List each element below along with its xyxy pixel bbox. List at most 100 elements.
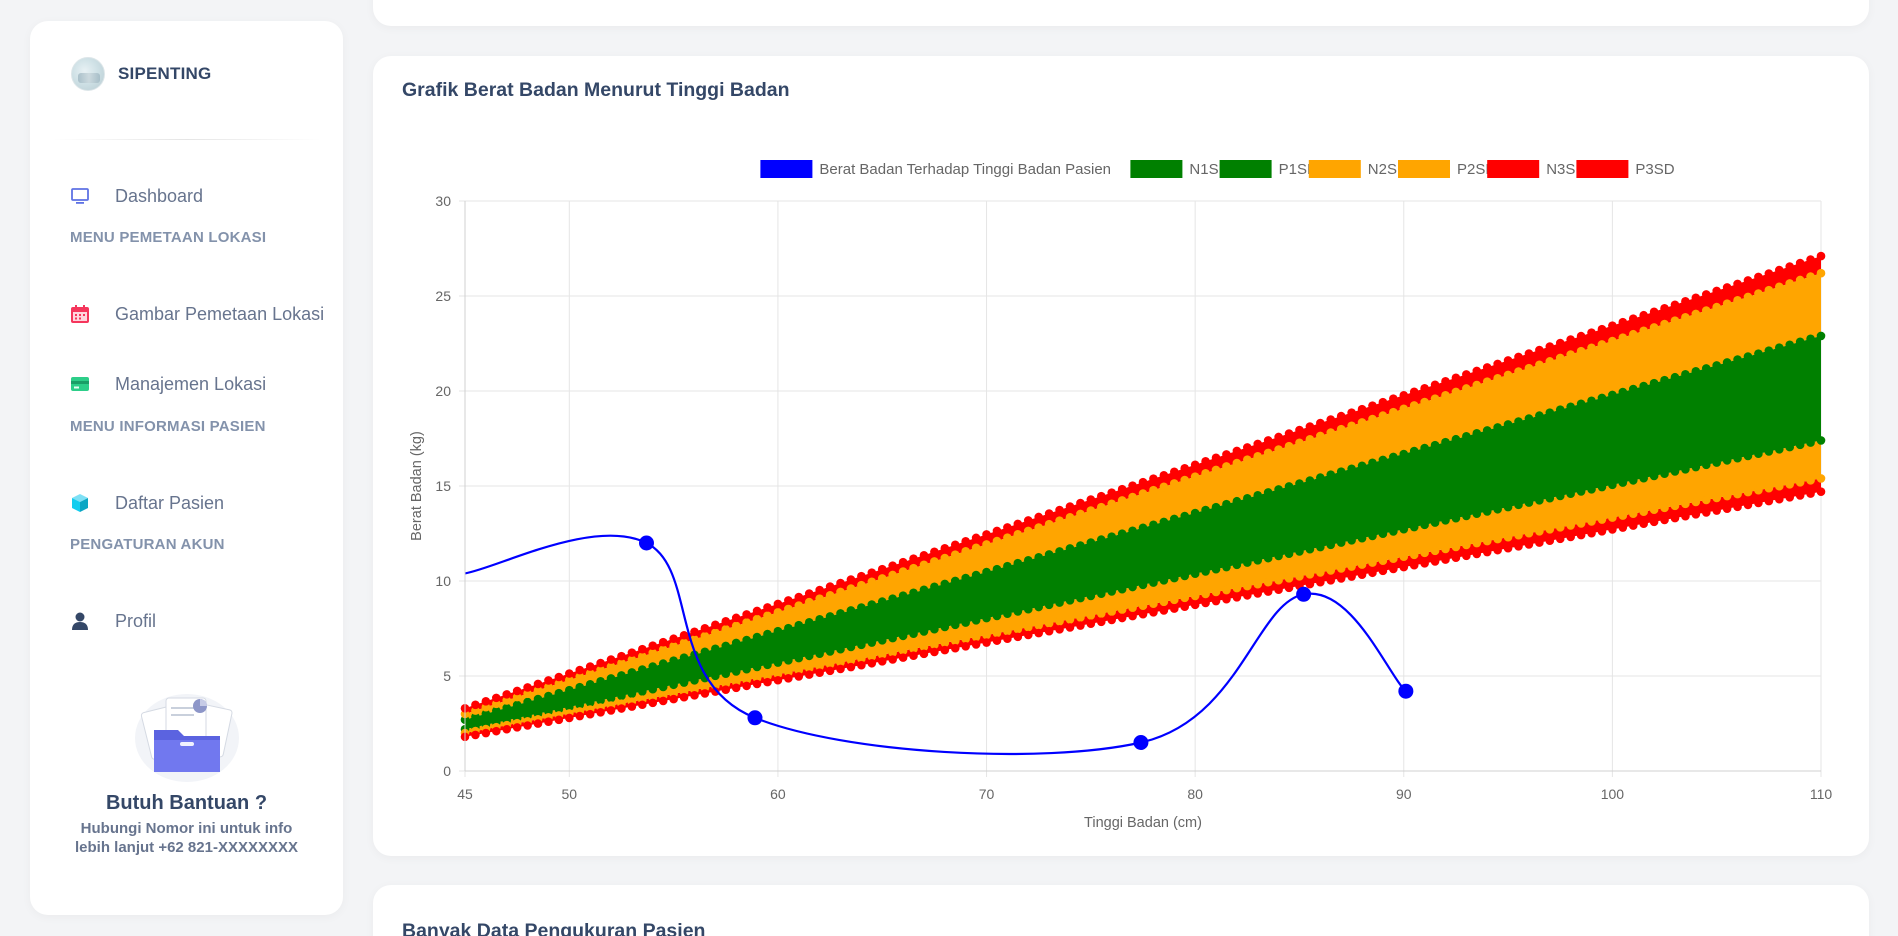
point-p3sd	[1399, 390, 1409, 400]
point-p3sd	[491, 693, 501, 703]
point-p1sd	[1149, 520, 1158, 530]
point-n3sd	[502, 724, 512, 734]
point-n2sd	[1566, 521, 1575, 530]
point-n1sd	[1201, 567, 1210, 576]
legend-swatch	[1576, 160, 1629, 178]
point-n1sd	[950, 620, 960, 630]
point-n3sd	[1222, 594, 1231, 604]
point-n1sd	[1232, 560, 1242, 570]
point-n3sd	[1514, 542, 1523, 551]
point-n2sd	[1253, 579, 1263, 589]
point-n2sd	[1336, 564, 1346, 573]
point-p3sd	[1211, 453, 1221, 463]
point-p3sd	[857, 571, 866, 581]
point-p2sd	[1555, 353, 1565, 363]
point-n1sd	[1660, 469, 1669, 479]
point-n3sd	[731, 683, 741, 693]
point-p1sd	[742, 635, 751, 645]
point-p2sd	[1065, 513, 1075, 522]
point-p2sd	[1316, 431, 1325, 441]
point-p1sd	[1368, 458, 1377, 468]
legend-item: N3SD	[1487, 160, 1586, 178]
point-n1sd	[1065, 596, 1075, 605]
point-n1sd	[1295, 547, 1304, 556]
point-n1sd	[679, 678, 689, 687]
point-p1sd	[1096, 535, 1106, 544]
point-n2sd	[1691, 497, 1701, 507]
point-n2sd	[1076, 613, 1085, 622]
point-p3sd	[1169, 467, 1179, 477]
point-n1sd	[627, 689, 637, 698]
point-p3sd	[1430, 380, 1440, 390]
point-p1sd	[1493, 423, 1502, 432]
point-p1sd	[1587, 396, 1596, 406]
point-p1sd	[1472, 429, 1482, 438]
point-p3sd	[1076, 498, 1085, 508]
point-n1sd	[1441, 516, 1450, 525]
legend-swatch	[1398, 160, 1450, 178]
x-tick-label: 60	[770, 786, 786, 802]
point-n2sd	[1368, 558, 1377, 567]
point-p3sd	[877, 564, 887, 574]
sidebar-item-daftar-pasien[interactable]: Daftar Pasien	[70, 488, 224, 518]
point-p3sd	[742, 610, 751, 619]
point-p2sd	[1524, 363, 1534, 373]
point-p2sd	[1482, 377, 1492, 387]
sidebar-item-gambar-pemetaan[interactable]: Gambar Pemetaan Lokasi	[70, 299, 324, 329]
point-p1sd	[1482, 426, 1492, 435]
point-n1sd	[1180, 571, 1190, 581]
point-p3sd	[721, 617, 731, 626]
point-p3sd	[1232, 446, 1242, 456]
point-n1sd	[1034, 602, 1043, 612]
point-p1sd	[1409, 446, 1419, 456]
y-tick-label: 25	[435, 288, 451, 304]
point-p3sd	[1086, 495, 1096, 504]
point-p1sd	[867, 600, 877, 609]
point-p2sd	[898, 567, 908, 576]
point-p2sd	[1284, 441, 1294, 451]
point-p2sd	[1295, 438, 1304, 448]
point-n3sd	[1253, 589, 1263, 598]
point-p3sd	[700, 623, 710, 633]
point-p1sd	[1211, 502, 1221, 512]
sidebar-item-manajemen-lokasi[interactable]: Manajemen Lokasi	[70, 369, 266, 399]
point-p2sd	[1253, 452, 1263, 461]
point-p2sd	[857, 580, 866, 590]
point-n3sd	[1357, 570, 1367, 579]
brand-name: SIPENTING	[118, 64, 212, 83]
point-p3sd	[1545, 342, 1555, 351]
point-n3sd	[794, 672, 804, 681]
point-p3sd	[1128, 481, 1137, 490]
point-p3sd	[1660, 303, 1669, 313]
point-n1sd	[658, 682, 668, 692]
point-p1sd	[1003, 561, 1012, 571]
point-p1sd	[1576, 399, 1586, 409]
point-p1sd	[1253, 491, 1263, 500]
sidebar-item-profil[interactable]: Profil	[70, 606, 156, 636]
point-p2sd	[1117, 496, 1127, 505]
point-n3sd	[1535, 538, 1544, 547]
legend-swatch	[760, 160, 813, 178]
point-n1sd	[1243, 558, 1252, 567]
point-p3sd	[575, 665, 585, 675]
point-n2sd	[1618, 511, 1628, 520]
point-p1sd	[721, 641, 731, 651]
point-n1sd	[1378, 529, 1388, 539]
point-p2sd	[1816, 268, 1826, 278]
point-p2sd	[1576, 346, 1586, 356]
point-n1sd	[898, 631, 908, 641]
point-p1sd	[971, 570, 981, 580]
point-p1sd	[596, 677, 605, 686]
brand[interactable]: SIPENTING	[71, 51, 211, 97]
point-p1sd	[658, 659, 668, 668]
point-p1sd	[1201, 505, 1210, 515]
point-n2sd	[971, 632, 981, 642]
sidebar-item-dashboard[interactable]: Dashboard	[70, 181, 203, 211]
point-n3sd	[1764, 496, 1774, 506]
point-n1sd	[721, 669, 731, 678]
point-n1sd	[1368, 531, 1377, 541]
point-p1sd	[1639, 381, 1648, 391]
point-p2sd	[961, 546, 970, 556]
point-p1sd	[1566, 402, 1575, 412]
point-p2sd	[1722, 299, 1732, 309]
